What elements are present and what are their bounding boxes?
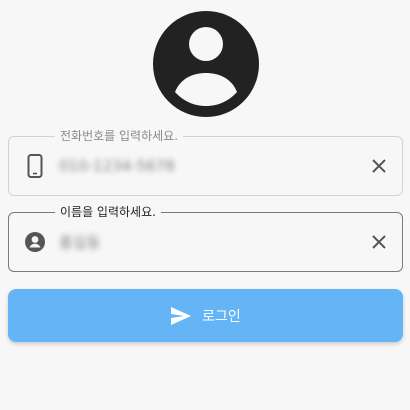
phone-field-label: 전화번호를 입력하세요. [55, 128, 184, 144]
login-screen: 전화번호를 입력하세요. 010-1234-5678 이름을 입력하세요. 홍길… [0, 0, 410, 410]
name-field[interactable]: 이름을 입력하세요. 홍길동 [8, 204, 403, 272]
send-icon [170, 306, 192, 326]
close-icon[interactable] [370, 233, 388, 251]
account-circle-icon [153, 11, 259, 117]
login-button[interactable]: 로그인 [8, 289, 403, 342]
phone-field[interactable]: 전화번호를 입력하세요. 010-1234-5678 [8, 128, 403, 196]
phone-input[interactable]: 010-1234-5678 [59, 157, 175, 175]
person-icon [25, 230, 45, 254]
close-icon[interactable] [370, 157, 388, 175]
name-input[interactable]: 홍길동 [59, 232, 100, 253]
name-field-label: 이름을 입력하세요. [55, 204, 161, 220]
login-button-label: 로그인 [202, 308, 241, 325]
smartphone-icon [25, 154, 45, 178]
